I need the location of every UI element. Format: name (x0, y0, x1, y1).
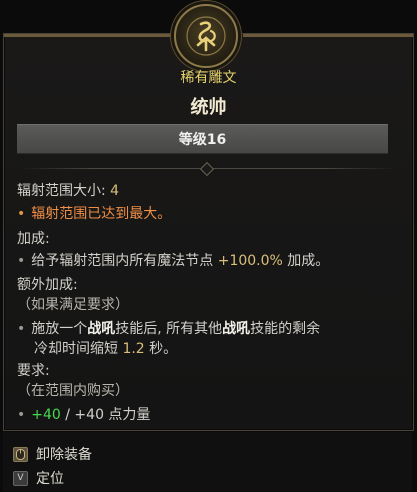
unequip-label: 卸除装备 (36, 447, 92, 463)
level-bar: 等级16 (17, 124, 388, 154)
cooldown-value: 1.2 (122, 341, 145, 357)
bonus-line: • 给予辐射范围内所有魔法节点 +100.0% 加成。 (17, 250, 329, 270)
mouse-icon (13, 446, 28, 462)
extra-line-1: • 施放一个战吼技能后, 所有其他战吼技能的剩余 (17, 318, 320, 338)
extra-text: 秒。 (144, 341, 178, 357)
bullet-icon: • (17, 253, 26, 269)
key-v-icon: V (13, 470, 28, 486)
glyph-emblem-icon (174, 4, 238, 68)
locate-label: 定位 (36, 471, 64, 487)
extra-header: 额外加成: (17, 277, 78, 293)
radius-max-line: • 辐射范围已达到最大。 (17, 203, 171, 223)
bonus-header: 加成: (17, 231, 50, 247)
extra-text: 技能的剩余 (250, 321, 321, 337)
extra-text: 冷却时间缩短 (34, 341, 123, 357)
action-footer: 卸除装备 V 定位 (3, 432, 412, 492)
requirement-line: • +40 / +40 点力量 (17, 404, 150, 424)
requirement-condition: （在范围内购买） (17, 383, 129, 399)
radius-label: 辐射范围大小: (17, 183, 111, 199)
bullet-icon: • (17, 321, 26, 337)
extra-line-2: 冷却时间缩短 1.2 秒。 (34, 338, 177, 358)
requirement-rest: / +40 点力量 (60, 407, 151, 423)
extra-condition: （如果满足要求） (17, 297, 129, 313)
bullet-icon: • (17, 206, 26, 222)
item-title: 统帅 (190, 97, 227, 118)
keyword-warcry: 战吼 (222, 321, 251, 337)
item-rarity: 稀有雕文 (180, 70, 237, 86)
unequip-action[interactable]: 卸除装备 (13, 444, 92, 464)
keyword-warcry: 战吼 (87, 321, 116, 337)
bonus-text-post: 加成。 (282, 253, 330, 269)
extra-text: 技能后, 所有其他 (115, 321, 223, 337)
radius-line: 辐射范围大小: 4 (17, 180, 119, 200)
radius-value: 4 (110, 183, 120, 199)
locate-action[interactable]: V 定位 (13, 468, 64, 488)
requirement-current: +40 (31, 407, 61, 423)
extra-text: 施放一个 (31, 321, 88, 337)
radius-max-note: 辐射范围已达到最大。 (31, 206, 172, 222)
top-border-left (4, 34, 174, 37)
bonus-text-pre: 给予辐射范围内所有魔法节点 (31, 253, 218, 269)
bonus-value: +100.0% (217, 253, 283, 269)
bullet-icon: • (17, 407, 26, 423)
top-border-right (243, 34, 413, 37)
level-label: 等级16 (178, 132, 227, 148)
requirement-header: 要求: (17, 363, 50, 379)
